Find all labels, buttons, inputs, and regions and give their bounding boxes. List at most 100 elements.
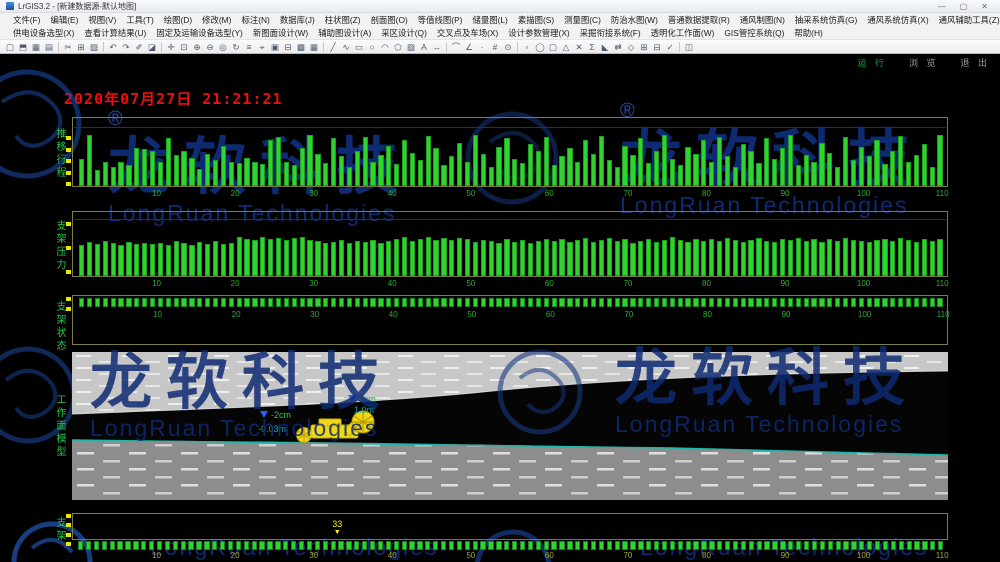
node-triangle-icon[interactable]: △ (560, 41, 572, 53)
new-icon[interactable]: ▢ (4, 41, 16, 53)
chart-bar (615, 167, 620, 186)
measure-icon[interactable]: ⌒ (450, 41, 462, 53)
browse-button[interactable]: 浏 览 (909, 56, 939, 69)
paste-icon[interactable]: ▧ (88, 41, 100, 53)
angle-icon[interactable]: ∠ (463, 41, 475, 53)
chart-bar (276, 238, 281, 277)
status-square (836, 541, 841, 550)
point-icon[interactable]: · (476, 41, 488, 53)
diamond-icon[interactable]: ◇ (625, 41, 637, 53)
menu-item-r1-19[interactable]: 通风辅助工具(Z) (934, 14, 1000, 26)
menu-item-r2-5[interactable]: 采区设计(Q) (376, 27, 432, 39)
menu-item-r1-1[interactable]: 编辑(E) (45, 14, 83, 26)
attach-icon[interactable]: ⊟ (282, 41, 294, 53)
menu-item-r1-15[interactable]: 普通数据提取(R) (663, 14, 735, 26)
menu-item-r1-6[interactable]: 标注(N) (236, 14, 274, 26)
eraser-icon[interactable]: ◪ (146, 41, 158, 53)
print-icon[interactable]: ▤ (43, 41, 55, 53)
restore-icon[interactable]: ▢ (960, 2, 968, 11)
menu-item-r1-14[interactable]: 防治水图(W) (606, 14, 663, 26)
menu-item-r2-8[interactable]: 采掘衔接系统(F) (575, 27, 646, 39)
info-icon[interactable]: ◫ (683, 41, 695, 53)
chart-bar (882, 164, 887, 186)
map-sheet-icon[interactable]: ▣ (269, 41, 281, 53)
polygon-icon[interactable]: ⬠ (392, 41, 404, 53)
menu-item-r1-11[interactable]: 储量图(L) (467, 14, 512, 26)
chart-bar (670, 237, 675, 276)
cut-icon[interactable]: ✂ (62, 41, 74, 53)
redo-icon[interactable]: ↷ (120, 41, 132, 53)
minimize-icon[interactable]: — (938, 2, 946, 11)
slope-icon[interactable]: ◣ (599, 41, 611, 53)
text-icon[interactable]: A (418, 41, 430, 53)
menu-item-r2-2[interactable]: 固定及运输设备选型(Y) (151, 27, 248, 39)
menu-item-r2-3[interactable]: 新图面设计(W) (248, 27, 313, 39)
menu-item-r1-13[interactable]: 测量图(C) (559, 14, 606, 26)
menu-item-r1-7[interactable]: 数据库(J) (275, 14, 320, 26)
copy-icon[interactable]: ⊞ (75, 41, 87, 53)
chart-bar (300, 148, 305, 186)
menu-item-r1-16[interactable]: 通风制图(N) (735, 14, 790, 26)
cells2-icon[interactable]: ⊟ (651, 41, 663, 53)
polyline-icon[interactable]: ∿ (340, 41, 352, 53)
menu-item-r2-1[interactable]: 查看计算结果(U) (79, 27, 151, 39)
pan-icon[interactable]: ✛ (165, 41, 177, 53)
refresh-icon[interactable]: ↻ (230, 41, 242, 53)
zoom-extent-icon[interactable]: ◎ (217, 41, 229, 53)
menu-item-r2-4[interactable]: 辅助图设计(A) (313, 27, 376, 39)
chart-bar (378, 243, 383, 276)
node-rect-icon[interactable]: ▢ (547, 41, 559, 53)
exit-button[interactable]: 退 出 (960, 56, 990, 69)
menu-item-r2-9[interactable]: 透明化工作面(W) (646, 27, 720, 39)
status-square (244, 298, 249, 307)
open-icon[interactable]: ⬒ (17, 41, 29, 53)
undo-icon[interactable]: ↶ (107, 41, 119, 53)
menu-item-r2-11[interactable]: 帮助(H) (789, 27, 827, 39)
target-icon[interactable]: ⌖ (256, 41, 268, 53)
run-button[interactable]: 运 行 (857, 56, 887, 69)
menu-item-r1-8[interactable]: 柱状图(Z) (320, 14, 366, 26)
circle-icon[interactable]: ○ (366, 41, 378, 53)
menu-item-r2-10[interactable]: GIS管控系统(Q) (719, 27, 789, 39)
menu-item-r2-7[interactable]: 设计参数管理(X) (503, 27, 574, 39)
layers-icon[interactable]: ≡ (243, 41, 255, 53)
sum-icon[interactable]: Σ (586, 41, 598, 53)
menu-item-r2-0[interactable]: 供电设备选型(X) (8, 27, 79, 39)
dimension-icon[interactable]: ↔ (431, 41, 443, 53)
delete-icon[interactable]: ✕ (573, 41, 585, 53)
zoom-in-icon[interactable]: ⊕ (191, 41, 203, 53)
zoom-window-icon[interactable]: ⊡ (178, 41, 190, 53)
menu-item-r1-18[interactable]: 通风系统仿真(X) (862, 14, 933, 26)
table-icon[interactable]: ▦ (308, 41, 320, 53)
node-circle-icon[interactable]: ◯ (534, 41, 546, 53)
menu-item-r1-5[interactable]: 修改(M) (197, 14, 236, 26)
zoom-out-icon[interactable]: ⊖ (204, 41, 216, 53)
menu-item-r1-12[interactable]: 素描图(S) (513, 14, 559, 26)
check-icon[interactable]: ✓ (664, 41, 676, 53)
image-icon[interactable]: ▩ (295, 41, 307, 53)
map-canvas[interactable]: ® 龙软科技 LongRuan Technologies ® 龙软科技 Long… (0, 54, 1000, 562)
menu-item-r1-3[interactable]: 工具(T) (121, 14, 158, 26)
arc-icon[interactable]: ◠ (379, 41, 391, 53)
grid-icon[interactable]: # (489, 41, 501, 53)
menu-item-r1-9[interactable]: 剖面图(O) (366, 14, 413, 26)
chart-bar (599, 136, 604, 186)
menu-item-r1-4[interactable]: 绘图(D) (159, 14, 197, 26)
cells-icon[interactable]: ⊞ (638, 41, 650, 53)
save-icon[interactable]: ▦ (30, 41, 42, 53)
rect-icon[interactable]: ▭ (353, 41, 365, 53)
menu-item-r1-17[interactable]: 抽采系统仿真(G) (790, 14, 862, 26)
close-icon[interactable]: ✕ (981, 2, 988, 11)
node-square-icon[interactable]: ▫ (521, 41, 533, 53)
menu-item-r2-6[interactable]: 交叉点及车场(X) (432, 27, 503, 39)
menu-item-r1-10[interactable]: 等值线图(P) (413, 14, 468, 26)
line-icon[interactable]: ╱ (327, 41, 339, 53)
hatch-icon[interactable]: ▨ (405, 41, 417, 53)
pen-icon[interactable]: ✐ (133, 41, 145, 53)
status-square (583, 541, 588, 550)
center-icon[interactable]: ⊙ (502, 41, 514, 53)
menu-item-r1-0[interactable]: 文件(F) (8, 14, 45, 26)
flip-icon[interactable]: ⇄ (612, 41, 624, 53)
menu-item-r1-2[interactable]: 视图(V) (83, 14, 121, 26)
datetime-display: 2020年07月27日 21:21:21 (64, 88, 283, 109)
